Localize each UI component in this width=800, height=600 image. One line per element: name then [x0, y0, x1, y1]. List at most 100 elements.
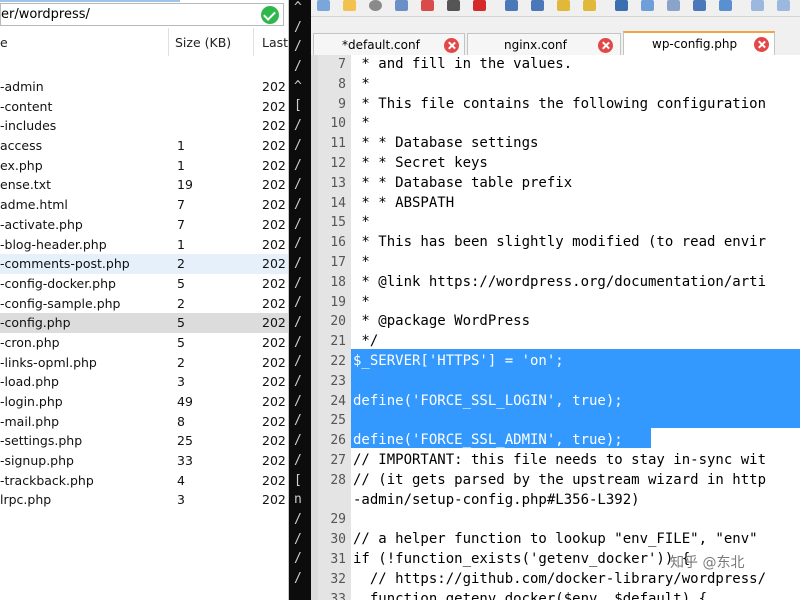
code-line[interactable]: 9 * This file contains the following con… [311, 95, 800, 115]
code-line[interactable]: 20 * @package WordPress [311, 312, 800, 332]
replace-icon[interactable] [719, 0, 732, 11]
file-row[interactable]: -includes 202 [0, 116, 288, 136]
code-line[interactable]: 11 * * Database settings [311, 134, 800, 154]
indent-icon[interactable] [505, 0, 518, 11]
code-line[interactable]: 21 */ [311, 332, 800, 352]
file-row[interactable]: -load.php 3 202 [0, 372, 288, 392]
outdent-icon[interactable] [531, 0, 544, 11]
file-row[interactable]: -trackback.php 4 202 [0, 471, 288, 491]
code-line[interactable]: 23 [311, 372, 800, 392]
code-line[interactable]: 25 [311, 411, 800, 431]
code-editor[interactable]: 7 * and fill in the values. 8 * 9 * This f… [311, 55, 800, 600]
code-line[interactable]: 16 * This has been slightly modified (to… [311, 233, 800, 253]
terminal-line: ^ [294, 78, 302, 94]
bookmark-icon[interactable] [557, 0, 570, 11]
path-bar[interactable]: er/wordpress/ [0, 3, 284, 26]
code-line[interactable]: 12 * * Secret keys [311, 154, 800, 174]
close-tab-icon[interactable] [444, 38, 459, 53]
code-line[interactable]: 17 * [311, 253, 800, 273]
file-row[interactable]: -config-sample.php 2 202 [0, 294, 288, 314]
file-name: -admin [0, 79, 44, 94]
file-row[interactable]: -activate.php 7 202 [0, 215, 288, 235]
save-icon[interactable] [395, 0, 408, 11]
file-row[interactable]: -comments-post.php 2 202 [0, 254, 288, 274]
column-separator[interactable] [168, 28, 169, 56]
code-line[interactable]: 10 * [311, 114, 800, 134]
checkmark-ok-icon[interactable] [261, 6, 279, 24]
code-line[interactable]: -admin/setup-config.php#L356-L392) [311, 491, 800, 511]
file-size: 2 [177, 295, 185, 311]
close-file-icon[interactable] [421, 0, 434, 11]
file-row[interactable]: ense.txt 19 202 [0, 175, 288, 195]
code-line[interactable]: 26 define('FORCE_SSL_ADMIN', true); [311, 431, 800, 451]
file-row[interactable]: lrpc.php 3 202 [0, 490, 288, 510]
file-date: 202 [262, 374, 286, 390]
close-tab-icon[interactable] [754, 37, 769, 52]
code-line[interactable]: 27 // IMPORTANT: this file needs to stay … [311, 451, 800, 471]
column-last-modified[interactable]: Last [262, 35, 288, 50]
code-line[interactable]: 33 function getenv_docker($env, $default… [311, 590, 800, 600]
file-name: -load.php [0, 374, 59, 390]
file-row[interactable]: -login.php 49 202 [0, 392, 288, 412]
terminal-line: / [294, 275, 302, 291]
view-icon[interactable] [777, 0, 790, 11]
tab-default-conf[interactable]: *default.conf [313, 33, 465, 55]
file-row[interactable]: -mail.php 8 202 [0, 412, 288, 432]
file-name: -activate.php [0, 216, 83, 232]
code-line[interactable]: 22 $_SERVER['HTTPS'] = 'on'; [311, 352, 800, 372]
new-file-icon[interactable] [317, 0, 330, 11]
zoom-icon[interactable] [751, 0, 764, 11]
code-line[interactable]: 19 * [311, 293, 800, 313]
file-row[interactable]: ex.php 1 202 [0, 156, 288, 176]
column-name[interactable]: e [0, 35, 8, 50]
file-name: -login.php [0, 394, 63, 409]
line-number: 30 [330, 532, 346, 548]
close-tab-icon[interactable] [598, 38, 613, 53]
copy-icon[interactable] [641, 0, 654, 11]
code-line[interactable]: 7 * and fill in the values. [311, 55, 800, 75]
print-icon[interactable] [447, 0, 460, 11]
file-row[interactable]: -signup.php 33 202 [0, 451, 288, 471]
file-row[interactable]: -content 202 [0, 97, 288, 117]
terminal-line: n [294, 492, 302, 508]
open-folder-icon[interactable] [343, 0, 356, 11]
reload-icon[interactable] [369, 0, 382, 11]
file-row[interactable]: -settings.php 25 202 [0, 431, 288, 451]
file-row[interactable]: adme.html 7 202 [0, 195, 288, 215]
delete-icon[interactable] [473, 0, 486, 11]
terminal-pane[interactable]: ^ / / / ^ [/ / / / / / / / / / / / / / / / / / [n / / / / [289, 0, 311, 600]
file-row[interactable]: -config-docker.php 5 202 [0, 274, 288, 294]
file-row[interactable]: -config.php 5 202 [0, 313, 288, 333]
code-line[interactable]: 29 [311, 510, 800, 530]
column-separator[interactable] [253, 28, 254, 56]
file-name: ense.txt [0, 177, 51, 193]
paste-icon[interactable] [667, 0, 680, 11]
line-number: 8 [338, 76, 346, 92]
file-row[interactable]: -cron.php 5 202 [0, 333, 288, 353]
tab-nginx-conf[interactable]: nginx.conf [467, 33, 621, 55]
file-date: 202 [262, 98, 286, 114]
code-line[interactable]: 24 define('FORCE_SSL_LOGIN', true); [311, 392, 800, 412]
terminal-line: / [294, 393, 302, 409]
tab-wp-config-php[interactable]: wp-config.php [623, 31, 775, 55]
cut-icon[interactable] [615, 0, 628, 11]
code-line[interactable]: 8 * [311, 75, 800, 95]
code-line[interactable]: 18 * @link https://wordpress.org/documen… [311, 273, 800, 293]
line-number: 14 [330, 195, 346, 211]
file-row[interactable]: -blog-header.php 1 202 [0, 235, 288, 255]
line-number: 18 [330, 274, 346, 290]
code-line[interactable]: 13 * * Database table prefix [311, 174, 800, 194]
column-size[interactable]: Size (KB) [175, 35, 231, 50]
code-line[interactable]: 28 // (it gets parsed by the upstream wiz… [311, 471, 800, 491]
code-line[interactable]: 15 * [311, 213, 800, 233]
code-line[interactable]: 14 * * ABSPATH [311, 194, 800, 214]
file-row[interactable]: -links-opml.php 2 202 [0, 353, 288, 373]
file-row[interactable]: -admin 202 [0, 77, 288, 97]
code-line[interactable]: 32 // https://github.com/docker-library/… [311, 570, 800, 590]
search-icon[interactable] [693, 0, 706, 11]
code-line[interactable]: 30 // a helper function to lookup "env_FI… [311, 530, 800, 550]
star-icon[interactable] [583, 0, 596, 11]
file-row[interactable]: access 1 202 [0, 136, 288, 156]
code-text: * [353, 115, 370, 132]
file-size: 1 [177, 236, 185, 252]
